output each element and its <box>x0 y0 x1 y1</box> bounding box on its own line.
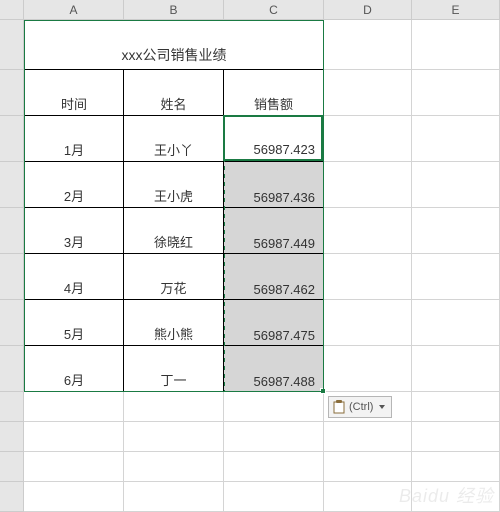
spreadsheet-grid[interactable]: A B C D E xxx公司销售业绩 时间 姓名 销售额 1月 王小丫 2月 … <box>0 0 500 512</box>
cell[interactable] <box>412 70 500 116</box>
row-header[interactable] <box>0 300 24 346</box>
cell[interactable] <box>224 392 324 422</box>
cell-sales[interactable]: 56987.475 <box>224 300 324 346</box>
fill-handle[interactable] <box>320 388 326 394</box>
cell[interactable] <box>24 422 124 452</box>
cell-name[interactable]: 熊小熊 <box>124 300 224 346</box>
cell[interactable] <box>412 346 500 392</box>
cell[interactable] <box>224 482 324 512</box>
cell[interactable] <box>324 70 412 116</box>
cell[interactable] <box>224 422 324 452</box>
header-sales[interactable]: 销售额 <box>224 70 324 116</box>
cell[interactable] <box>324 116 412 162</box>
col-header-C[interactable]: C <box>224 0 324 20</box>
cell-name[interactable]: 丁一 <box>124 346 224 392</box>
cell-time[interactable]: 4月 <box>24 254 124 300</box>
title-cell[interactable]: xxx公司销售业绩 <box>24 20 324 70</box>
cell-sales[interactable]: 56987.449 <box>224 208 324 254</box>
paste-options-label: (Ctrl) <box>349 401 373 413</box>
cell-time[interactable]: 2月 <box>24 162 124 208</box>
cell[interactable] <box>24 452 124 482</box>
cell-name[interactable]: 万花 <box>124 254 224 300</box>
cell[interactable] <box>412 422 500 452</box>
cell-name[interactable]: 王小虎 <box>124 162 224 208</box>
cell[interactable] <box>124 452 224 482</box>
cell[interactable] <box>412 452 500 482</box>
cell[interactable] <box>412 208 500 254</box>
cell[interactable] <box>324 422 412 452</box>
cell-time[interactable]: 3月 <box>24 208 124 254</box>
chevron-down-icon <box>379 405 385 409</box>
cell-name[interactable]: 徐晓红 <box>124 208 224 254</box>
row-header[interactable] <box>0 452 24 482</box>
cell[interactable] <box>412 162 500 208</box>
clipboard-icon <box>333 400 345 414</box>
cell[interactable] <box>324 162 412 208</box>
cell[interactable] <box>412 482 500 512</box>
cell-sales[interactable]: 56987.436 <box>224 162 324 208</box>
cell-time[interactable]: 6月 <box>24 346 124 392</box>
col-header-B[interactable]: B <box>124 0 224 20</box>
cell-name[interactable]: 王小丫 <box>124 116 224 162</box>
cell[interactable] <box>124 482 224 512</box>
paste-options-button[interactable]: (Ctrl) <box>328 396 392 418</box>
select-all-corner[interactable] <box>0 0 24 20</box>
cell[interactable] <box>412 254 500 300</box>
cell[interactable] <box>324 20 412 70</box>
column-header-row: A B C D E <box>0 0 500 20</box>
cell[interactable] <box>124 392 224 422</box>
row-header[interactable] <box>0 20 24 70</box>
header-time[interactable]: 时间 <box>24 70 124 116</box>
cell[interactable] <box>412 392 500 422</box>
row-header[interactable] <box>0 422 24 452</box>
cell[interactable] <box>324 346 412 392</box>
row-header[interactable] <box>0 208 24 254</box>
row-header[interactable] <box>0 254 24 300</box>
cell[interactable] <box>324 254 412 300</box>
row-header[interactable] <box>0 392 24 422</box>
row-header[interactable] <box>0 346 24 392</box>
cell-sales[interactable] <box>224 116 324 162</box>
col-header-E[interactable]: E <box>412 0 500 20</box>
cell[interactable] <box>124 422 224 452</box>
cell[interactable] <box>412 20 500 70</box>
cell[interactable] <box>412 300 500 346</box>
header-name[interactable]: 姓名 <box>124 70 224 116</box>
cell[interactable] <box>324 208 412 254</box>
cell-sales[interactable]: 56987.462 <box>224 254 324 300</box>
cell-time[interactable]: 5月 <box>24 300 124 346</box>
cell[interactable] <box>412 116 500 162</box>
cell[interactable] <box>324 452 412 482</box>
col-header-D[interactable]: D <box>324 0 412 20</box>
cell[interactable] <box>24 482 124 512</box>
row-header[interactable] <box>0 116 24 162</box>
cell-sales[interactable]: 56987.488 <box>224 346 324 392</box>
cell[interactable] <box>224 452 324 482</box>
cell[interactable] <box>24 392 124 422</box>
row-header[interactable] <box>0 70 24 116</box>
cell-time[interactable]: 1月 <box>24 116 124 162</box>
cell[interactable] <box>324 300 412 346</box>
cell[interactable] <box>324 482 412 512</box>
row-header[interactable] <box>0 162 24 208</box>
col-header-A[interactable]: A <box>24 0 124 20</box>
row-header[interactable] <box>0 482 24 512</box>
